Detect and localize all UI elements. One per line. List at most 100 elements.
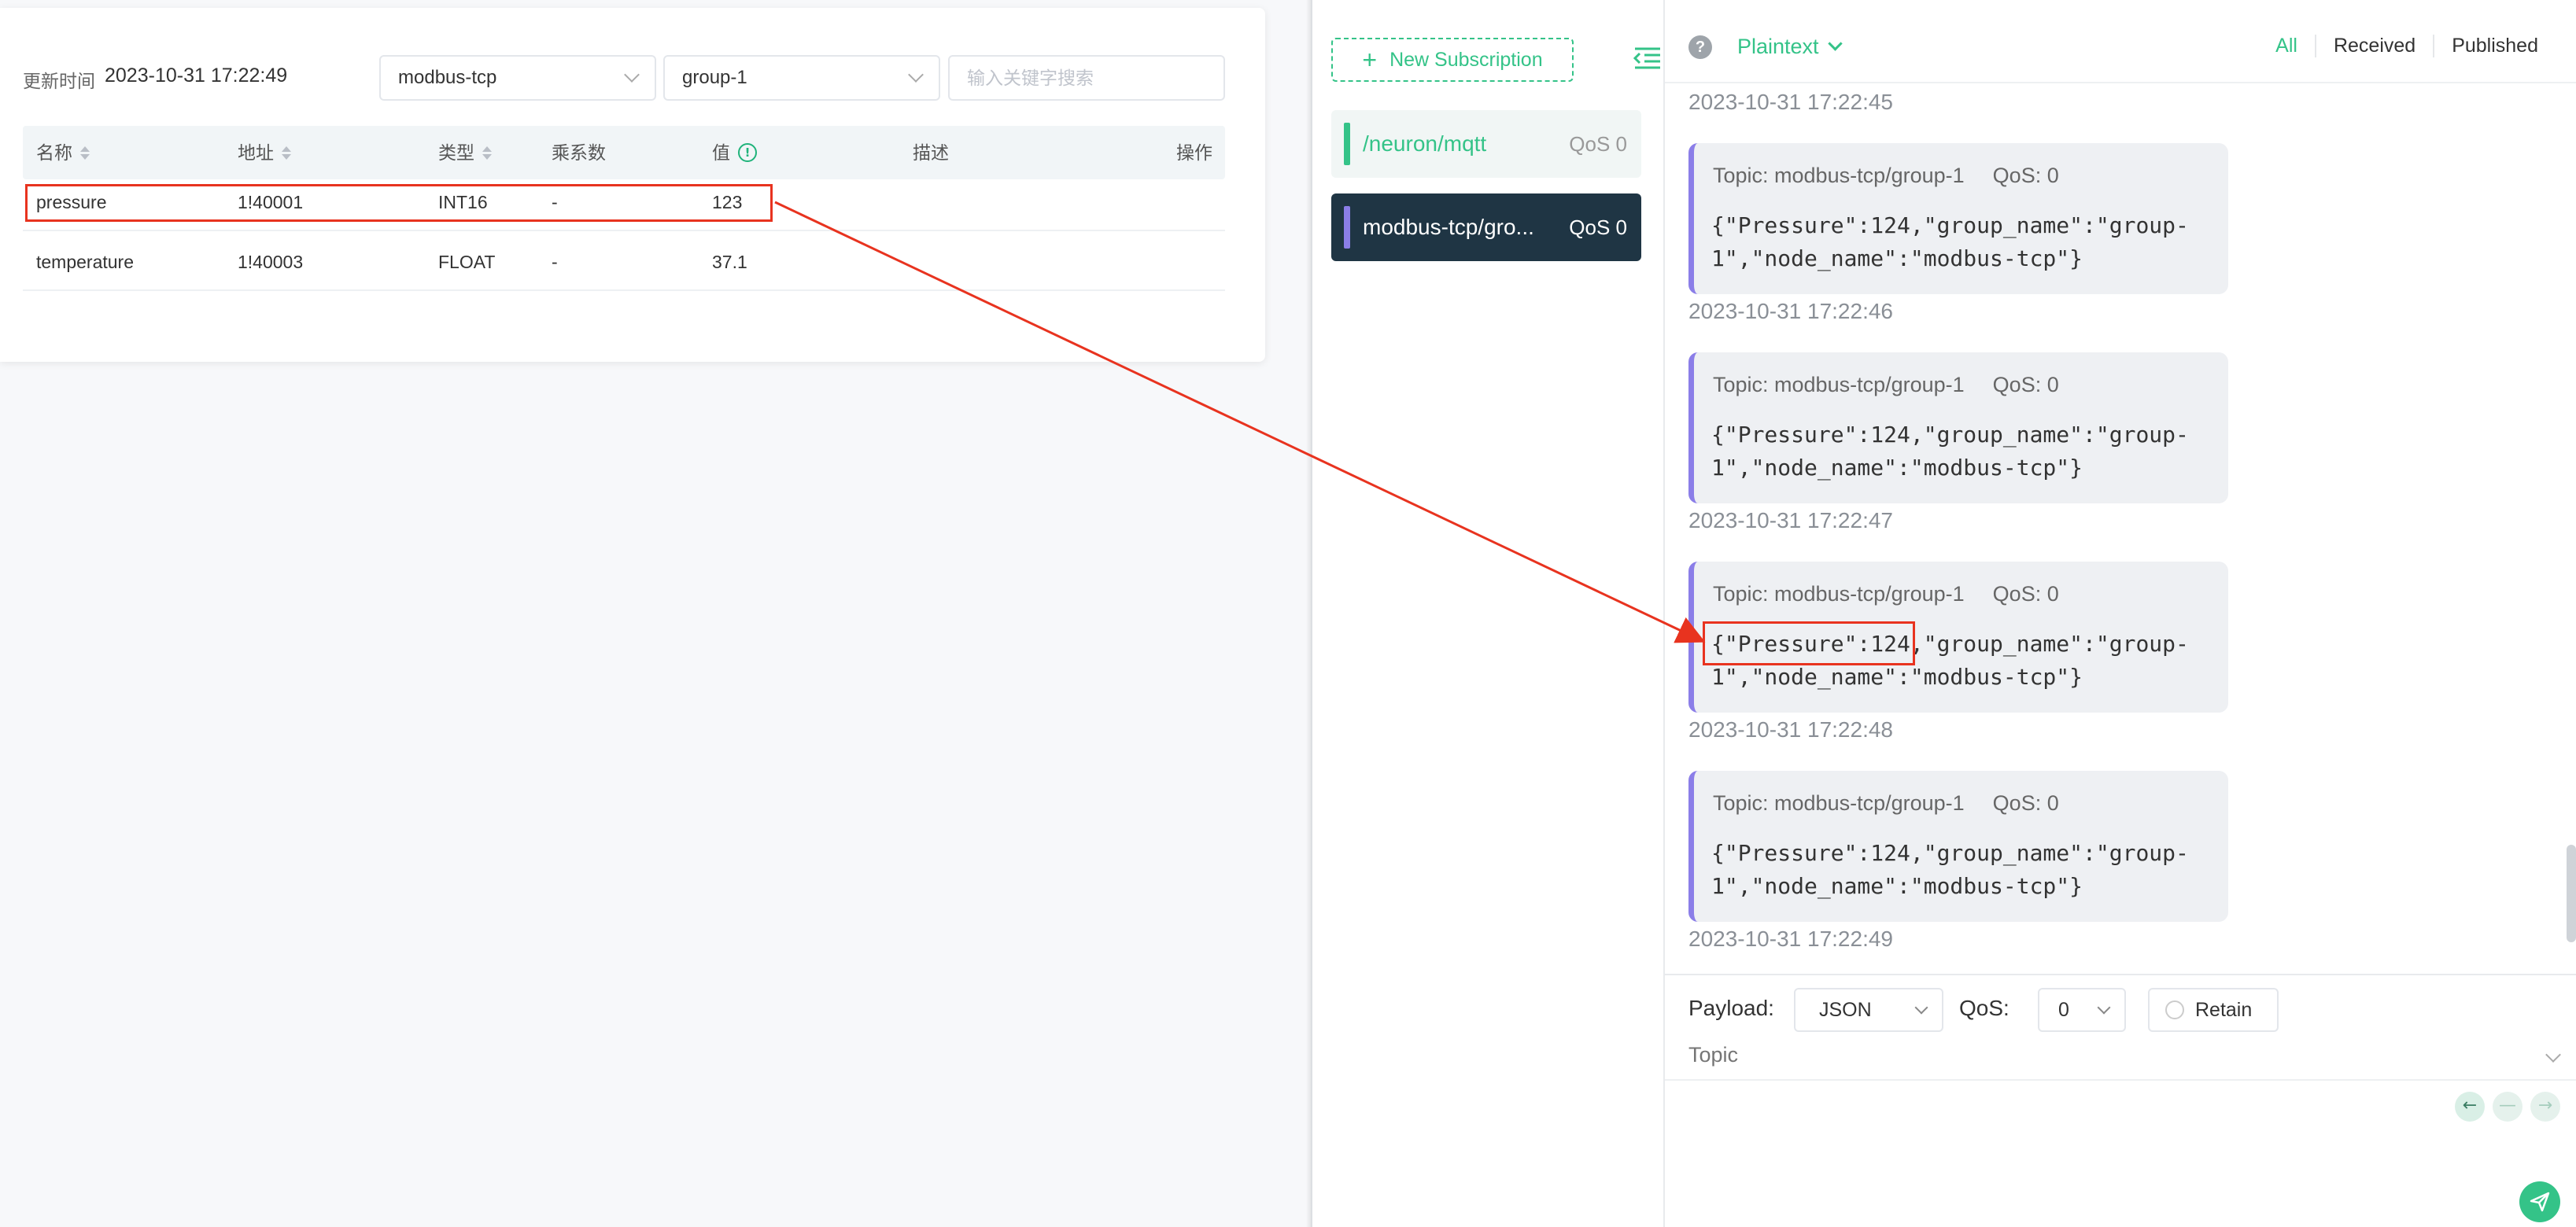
payload-pressure-highlight (1703, 621, 1915, 665)
sort-icon[interactable] (80, 146, 90, 160)
keyword-search-input[interactable] (948, 55, 1225, 101)
info-icon[interactable]: ! (738, 143, 757, 162)
payload-format-select[interactable]: Plaintext (1737, 35, 1843, 59)
qos-label: QoS: (1959, 996, 2010, 1020)
pressure-row-highlight (25, 184, 773, 222)
subscription-item[interactable]: /neuron/mqtt QoS 0 (1331, 110, 1641, 178)
radio-icon (2165, 1000, 2184, 1019)
message-payload: {"Pressure":124,"group_name":"group-1","… (1711, 212, 2189, 271)
message-bubble[interactable]: Topic: modbus-tcp/group-1 QoS: 0 {"Pressu… (1688, 771, 2228, 922)
device-select[interactable]: modbus-tcp (379, 55, 656, 101)
subscription-color-bar (1344, 206, 1350, 249)
payload-label: Payload: (1688, 996, 1774, 1020)
table-row: temperature 1!40003 FLOAT - 37.1 (23, 233, 1225, 291)
tag-address: 1!40003 (238, 252, 304, 272)
filter-tab-received[interactable]: Received (2314, 35, 2433, 57)
message-timestamp: 2023-10-31 17:22:47 (1688, 508, 1893, 532)
payload-type-select[interactable]: JSON (1794, 988, 1943, 1032)
column-value-header: 值 ! (712, 126, 757, 179)
message-topic: Topic: modbus-tcp/group-1 (1713, 582, 1965, 606)
message-topic: Topic: modbus-tcp/group-1 (1713, 164, 1965, 187)
column-actions-header: 操作 (1176, 126, 1212, 179)
column-type-label: 类型 (438, 142, 474, 163)
column-address-header[interactable]: 地址 (238, 126, 291, 179)
message-toolbar: ? Plaintext All Received Published (1665, 8, 2576, 83)
message-qos: QoS: 0 (1992, 791, 2059, 815)
subscription-qos: QoS 0 (1569, 131, 1627, 156)
chevron-down-icon (624, 67, 640, 83)
tag-table-header: 名称 地址 类型 乘系数 值 ! 描述 操作 (23, 126, 1225, 179)
neuron-app: 更新时间 2023-10-31 17:22:49 modbus-tcp grou… (0, 0, 1311, 1227)
subscription-panel: + New Subscription /neuron/mqtt QoS 0 mo… (1312, 0, 1665, 1227)
history-reset-icon[interactable]: — (2493, 1092, 2522, 1122)
chevron-down-icon (1914, 1000, 1928, 1015)
group-select[interactable]: group-1 (663, 55, 940, 101)
tag-type: FLOAT (438, 252, 496, 272)
message-qos: QoS: 0 (1992, 582, 2059, 606)
subscription-item-selected[interactable]: modbus-tcp/gro... QoS 0 (1331, 193, 1641, 261)
topic-row (1665, 1040, 2576, 1081)
message-bubble[interactable]: Topic: modbus-tcp/group-1 QoS: 0 {"Pressu… (1688, 352, 2228, 503)
group-select-value: group-1 (682, 67, 747, 88)
publish-composer: Payload: JSON QoS: 0 Retain ← — → (1665, 974, 2576, 1227)
subscription-qos: QoS 0 (1569, 215, 1627, 239)
subscription-topic: /neuron/mqtt (1363, 131, 1487, 156)
history-back-icon[interactable]: ← (2455, 1092, 2485, 1122)
update-time-label: 更新时间 (23, 71, 95, 91)
message-scrollbar[interactable] (2567, 845, 2576, 942)
column-type-header[interactable]: 类型 (438, 126, 492, 179)
sort-icon[interactable] (482, 146, 492, 160)
chevron-down-icon (2097, 1000, 2111, 1015)
message-payload: {"Pressure":124,"group_name":"group-1","… (1711, 422, 2189, 481)
column-multiplier-header: 乘系数 (552, 126, 606, 179)
payload-type-value: JSON (1819, 998, 1872, 1021)
history-forward-icon[interactable]: → (2530, 1092, 2560, 1122)
retain-label: Retain (2195, 998, 2253, 1021)
message-bubble[interactable]: Topic: modbus-tcp/group-1 QoS: 0 {"Pressu… (1688, 143, 2228, 294)
column-name-label: 名称 (36, 142, 72, 163)
message-topic: Topic: modbus-tcp/group-1 (1713, 791, 1965, 815)
sort-icon[interactable] (282, 146, 291, 160)
tag-multiplier: - (552, 252, 558, 272)
payload-format-value: Plaintext (1737, 35, 1819, 58)
publish-topic-input[interactable] (1688, 1043, 2397, 1067)
chevron-down-icon (908, 67, 924, 83)
plus-icon: + (1362, 46, 1378, 74)
retain-toggle[interactable]: Retain (2148, 988, 2279, 1032)
qos-select-value: 0 (2058, 998, 2069, 1021)
message-payload: {"Pressure":124,"group_name":"group-1","… (1711, 840, 2189, 899)
column-actions-label: 操作 (1176, 142, 1212, 163)
filter-tab-all[interactable]: All (2258, 35, 2315, 57)
message-timestamp: 2023-10-31 17:22:49 (1688, 927, 1893, 951)
filter-tab-published[interactable]: Published (2433, 35, 2556, 57)
help-icon[interactable]: ? (1688, 35, 1712, 59)
column-description-label: 描述 (913, 142, 949, 163)
send-icon[interactable] (2519, 1181, 2560, 1222)
message-filter-tabs: All Received Published (2258, 35, 2556, 57)
message-pane: ? Plaintext All Received Published 2023-… (1665, 0, 2576, 1227)
collapse-panel-icon[interactable] (1630, 44, 1662, 72)
column-multiplier-label: 乘系数 (552, 142, 606, 163)
tag-name: temperature (36, 252, 135, 272)
new-subscription-label: New Subscription (1389, 48, 1543, 71)
device-select-value: modbus-tcp (398, 67, 497, 88)
mqttx-app: + New Subscription /neuron/mqtt QoS 0 mo… (1311, 0, 2576, 1227)
subscription-topic: modbus-tcp/gro... (1363, 215, 1534, 239)
column-name-header[interactable]: 名称 (36, 126, 90, 179)
tag-value: 37.1 (712, 252, 747, 272)
message-topic: Topic: modbus-tcp/group-1 (1713, 373, 1965, 396)
message-timestamp: 2023-10-31 17:22:46 (1688, 299, 1893, 323)
column-value-label: 值 (712, 142, 730, 163)
chevron-down-icon (1827, 36, 1843, 51)
message-timestamp: 2023-10-31 17:22:48 (1688, 717, 1893, 742)
message-qos: QoS: 0 (1992, 373, 2059, 396)
update-time-value: 2023-10-31 17:22:49 (105, 64, 288, 87)
new-subscription-button[interactable]: + New Subscription (1331, 38, 1574, 82)
subscription-color-bar (1344, 123, 1350, 165)
column-address-label: 地址 (238, 142, 274, 163)
message-timestamp: 2023-10-31 17:22:45 (1688, 90, 1893, 114)
column-description-header: 描述 (913, 126, 949, 179)
chevron-down-icon[interactable] (2545, 1047, 2561, 1063)
qos-select[interactable]: 0 (2038, 988, 2126, 1032)
message-qos: QoS: 0 (1992, 164, 2059, 187)
